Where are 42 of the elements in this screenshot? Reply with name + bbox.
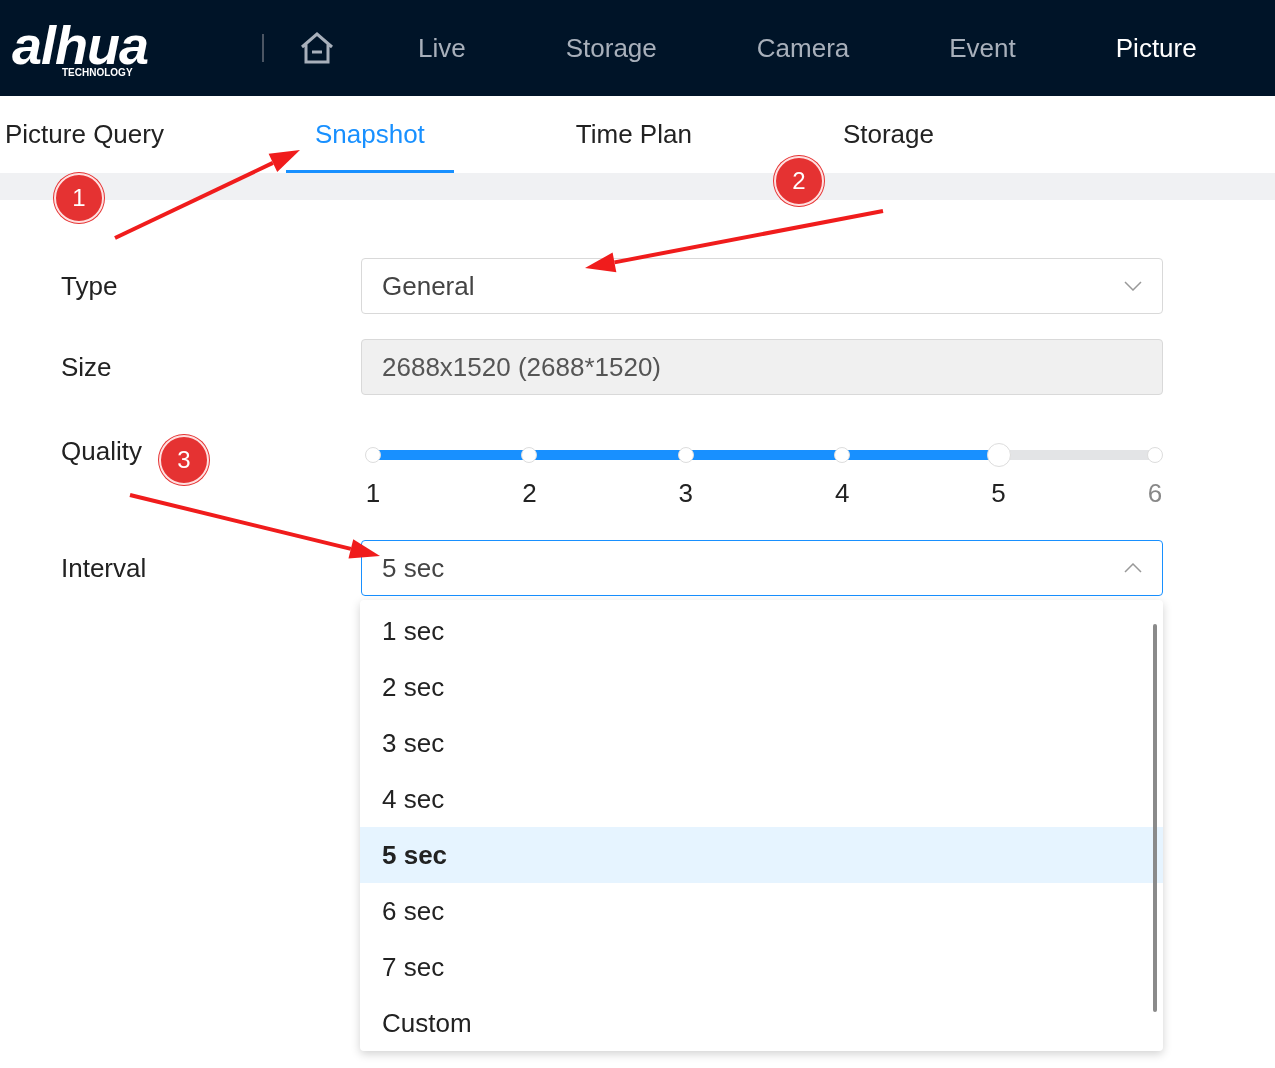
scrollbar[interactable] [1153,624,1157,1012]
nav-item[interactable]: Live [418,32,466,64]
tick-label: 2 [522,478,537,509]
number-badge: 1 [54,173,104,223]
tick-label: 4 [834,478,850,509]
tab[interactable]: Time Plan [546,96,721,173]
tick-label: 1 [365,478,381,509]
nav-item[interactable]: Picture [1115,32,1197,64]
dropdown-option[interactable]: 1 sec [360,603,1163,659]
field-label: Interval [61,552,147,584]
slider-dot [1147,447,1163,463]
type-select[interactable]: General [361,258,1163,314]
slider-dot [834,447,851,463]
number-badge: 3 [159,435,209,485]
slider-dot [365,447,381,463]
slider-dot [521,447,538,463]
dropdown-option[interactable]: 3 sec [360,715,1163,771]
chevron-down-icon [1124,281,1142,291]
dropdown-option[interactable]: 7 sec [360,939,1163,995]
nav-item[interactable]: Storage [565,32,657,64]
tick-label: 6 [1147,478,1163,509]
number-badge: 2 [774,156,824,206]
dropdown-option[interactable]: 4 sec [360,771,1163,827]
field-label: Type [61,270,118,302]
slider-thumb[interactable] [986,443,1011,467]
arrow-icon [114,150,300,240]
dropdown-option[interactable]: 5 sec [360,827,1163,883]
slider-dot [677,447,694,463]
dropdown-option[interactable]: 6 sec [360,883,1163,939]
dropdown-option[interactable]: 2 sec [360,659,1163,715]
interval-select[interactable]: 5 sec [361,540,1163,596]
field-label: Quality [61,436,142,467]
tab[interactable]: Picture Query [0,96,193,173]
dropdown-option[interactable]: Custom [360,995,1163,1051]
tick-label: 3 [678,478,694,509]
nav-item[interactable]: Camera [756,32,850,64]
field-label: Size [61,351,112,383]
tick-label: 5 [991,478,1006,509]
nav-item[interactable]: Event [949,32,1016,64]
chevron-up-icon [1124,563,1142,573]
home-icon[interactable] [300,32,334,64]
arrow-icon [585,209,884,273]
